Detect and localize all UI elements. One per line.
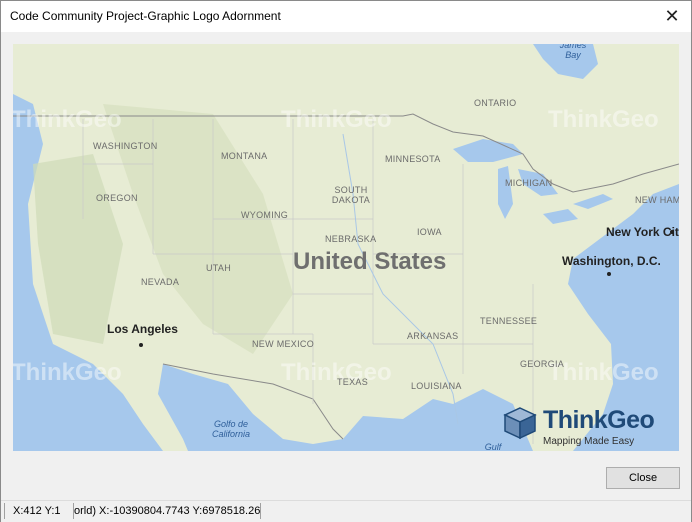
- watermark-text: ThinkGeo: [281, 106, 392, 133]
- state-label: SOUTH DAKOTA: [331, 185, 371, 205]
- title-bar: Code Community Project-Graphic Logo Ador…: [1, 1, 691, 32]
- water-label: James Bay: [559, 44, 587, 60]
- city-marker: [607, 272, 611, 276]
- state-label: GEORGIA: [520, 359, 565, 369]
- cube-icon: [503, 407, 537, 440]
- state-label: NEVADA: [141, 277, 180, 287]
- state-label: ONTARIO: [474, 98, 517, 108]
- state-label: TENNESSEE: [480, 316, 538, 326]
- state-label: WASHINGTON: [93, 141, 158, 151]
- state-label: OREGON: [96, 193, 138, 203]
- city-marker: [139, 343, 143, 347]
- thinkgeo-logo: ThinkGeo Mapping Made Easy: [503, 406, 679, 451]
- state-label: MICHIGAN: [505, 178, 553, 188]
- state-label: MINNESOTA: [385, 154, 441, 164]
- map-view[interactable]: ThinkGeo ThinkGeo ThinkGeo ThinkGeo Thin…: [13, 44, 679, 451]
- watermark-text: ThinkGeo: [13, 359, 122, 386]
- logo-title: ThinkGeo: [543, 406, 655, 434]
- state-label: TEXAS: [337, 377, 369, 387]
- watermark-text: ThinkGeo: [548, 359, 659, 386]
- city-label: Los Angeles: [107, 322, 178, 336]
- close-window-icon[interactable]: ✕: [657, 1, 687, 32]
- screen-coordinates: X:412 Y:1: [4, 503, 75, 519]
- state-label: MONTANA: [221, 151, 268, 161]
- logo-tagline: Mapping Made Easy: [543, 436, 635, 447]
- close-button[interactable]: Close: [606, 467, 680, 489]
- window-title: Code Community Project-Graphic Logo Ador…: [10, 9, 281, 23]
- state-label: NEW MEXICO: [252, 339, 315, 349]
- dialog-window: Code Community Project-Graphic Logo Ador…: [0, 0, 692, 522]
- city-label: New York City: [606, 225, 679, 239]
- watermark-text: ThinkGeo: [13, 106, 122, 133]
- water-label: Gulf: [484, 442, 502, 451]
- state-label: ARKANSAS: [407, 331, 459, 341]
- state-label: LOUISIANA: [411, 381, 462, 391]
- city-label: Washington, D.C.: [562, 254, 661, 268]
- state-label: IOWA: [417, 227, 442, 237]
- state-label: NEW HAMPSHIRE: [635, 195, 679, 205]
- watermark-text: ThinkGeo: [548, 106, 659, 133]
- state-label: NEBRASKA: [325, 234, 377, 244]
- water-label: Golfo de California: [211, 419, 251, 439]
- city-marker: [670, 230, 674, 234]
- state-label: UTAH: [206, 263, 232, 273]
- status-bar: X:412 Y:1 orld) X:-10390804.7743 Y:69785…: [1, 500, 691, 522]
- world-coordinates: orld) X:-10390804.7743 Y:6978518.26: [73, 503, 261, 519]
- state-label: WYOMING: [241, 210, 289, 220]
- country-label: United States: [293, 248, 447, 275]
